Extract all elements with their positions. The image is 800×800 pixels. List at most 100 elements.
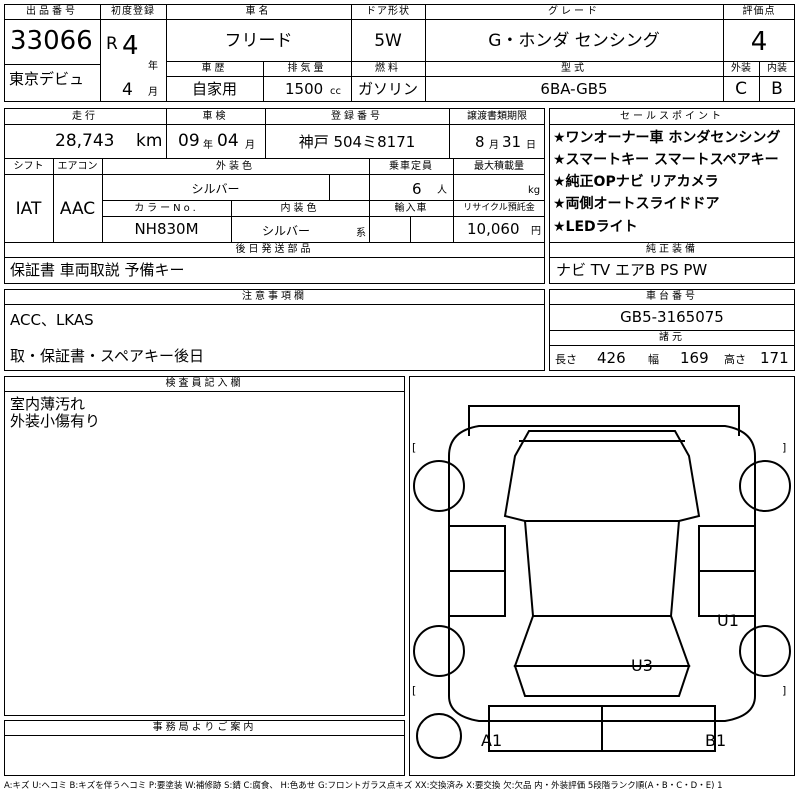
inspector-line: 室内薄汚れ xyxy=(10,395,86,413)
inspector-line: 外装小傷有り xyxy=(10,412,101,430)
mileage-unit: km xyxy=(136,131,163,151)
plate-number: 神戸 504ミ8171 xyxy=(298,133,416,151)
sales-point: ★両側オートスライドドア xyxy=(553,196,720,212)
lot-number-header: 出品番号 xyxy=(26,6,78,17)
shift-header: シフト xyxy=(13,161,44,172)
model-code: 6BA-GB5 xyxy=(540,80,608,98)
width-label: 幅 xyxy=(648,353,659,366)
load-header: 最大積載量 xyxy=(474,161,524,172)
damage-mark-U1: U1 xyxy=(717,611,739,630)
registration-year: 4 xyxy=(122,31,139,61)
interior-color-suffix: 系 xyxy=(356,228,366,239)
color-no: NH830M xyxy=(134,220,199,238)
displacement-unit: cc xyxy=(330,86,341,97)
equipment-header: 純正装備 xyxy=(646,244,698,255)
import-header: 輸入車 xyxy=(394,203,428,214)
length-label: 長さ xyxy=(555,353,577,366)
length-value: 426 xyxy=(597,349,626,367)
chassis-number: GB5-3165075 xyxy=(620,308,724,326)
car-diagram: [] [] U1 U3 A1 B1 xyxy=(412,405,791,759)
sales-point: ★LEDライト xyxy=(553,219,638,235)
later-parts: 保証書 車両取説 予備キー xyxy=(10,261,185,279)
height-label: 高さ xyxy=(724,353,746,366)
fuel: ガソリン xyxy=(357,80,418,98)
transfer-header: 譲渡書類期限 xyxy=(467,111,527,122)
grade-header: グレード xyxy=(548,6,600,17)
lot-number: 33066 xyxy=(10,26,93,56)
fuel-header: 燃料 xyxy=(375,63,401,74)
svg-text:[: [ xyxy=(412,441,416,454)
score-header: 評価点 xyxy=(742,6,776,17)
first-registration-header: 初度登録 xyxy=(111,6,155,17)
inspection-year: 09 xyxy=(178,131,200,151)
displacement-header: 排気量 xyxy=(287,63,327,74)
notes-line: 取・保証書・スペアキー後日 xyxy=(10,347,204,365)
interior-grade: B xyxy=(771,79,783,99)
inspection-month-unit: 月 xyxy=(245,140,255,151)
equipment: ナビ TV エアB PS PW xyxy=(556,261,708,279)
door-type: 5W xyxy=(374,31,402,51)
chassis-header: 車台番号 xyxy=(646,291,698,302)
svg-text:]: ] xyxy=(782,441,786,454)
sales-point: ★純正OPナビ リアカメラ xyxy=(553,174,719,190)
model-header: 型式 xyxy=(561,63,587,74)
recycle-unit: 円 xyxy=(531,226,541,237)
grade: G・ホンダ センシング xyxy=(488,31,660,51)
color: シルバー xyxy=(191,182,240,196)
car-name: フリード xyxy=(224,31,293,51)
year-unit: 年 xyxy=(148,61,158,72)
mileage: 28,743 xyxy=(55,131,115,151)
mileage-header: 走行 xyxy=(72,111,98,122)
exterior-grade: C xyxy=(735,79,747,99)
interior-color: シルバー xyxy=(262,224,311,238)
ac: AAC xyxy=(59,199,96,219)
footer-legend: A:キズ U:ヘコミ B:キズを伴うヘコミ P:要塗装 W:補修跡 S:錆 C:… xyxy=(4,781,723,791)
notes-line: ACC、LKAS xyxy=(10,311,94,329)
notes-header: 注意事項欄 xyxy=(242,291,307,302)
car-name-header: 車名 xyxy=(245,6,272,17)
sales-point: ★スマートキー スマートスペアキー xyxy=(553,152,779,168)
office-header: 事務局よりご案内 xyxy=(152,722,257,733)
inspector-header: 検査員記入欄 xyxy=(165,378,244,389)
history-header: 車歴 xyxy=(201,63,228,74)
capacity-header: 乗車定員 xyxy=(389,161,433,172)
transfer-month-unit: 月 xyxy=(489,140,499,151)
svg-text:[: [ xyxy=(412,684,416,697)
color-header: 外装色 xyxy=(216,161,255,172)
debut-label: 東京デビュ xyxy=(9,70,85,88)
capacity: 6 xyxy=(412,180,422,198)
shift: IAT xyxy=(15,199,42,219)
sales-points-header: セールスポイント xyxy=(620,111,724,122)
exterior-header: 外装 xyxy=(731,63,751,74)
recycle-header: リサイクル預託金 xyxy=(463,203,535,213)
transfer-day: 31 xyxy=(502,133,522,151)
month-unit: 月 xyxy=(148,87,158,98)
history: 自家用 xyxy=(191,80,237,98)
damage-mark-B1: B1 xyxy=(705,731,726,750)
damage-mark-A1: A1 xyxy=(481,731,502,750)
sales-point: ★ワンオーナー車 ホンダセンシング xyxy=(553,130,781,146)
svg-text:]: ] xyxy=(782,684,786,697)
inspection-year-unit: 年 xyxy=(203,140,213,151)
interior-color-header: 内装色 xyxy=(280,203,320,214)
transfer-day-unit: 日 xyxy=(526,140,536,151)
color-no-header: カラーNo. xyxy=(134,203,199,214)
displacement: 1500 xyxy=(285,80,324,98)
inspection-header: 車検 xyxy=(202,111,229,122)
height-value: 171 xyxy=(760,349,789,367)
later-parts-header: 後日発送部品 xyxy=(235,244,314,255)
transfer-month: 8 xyxy=(475,133,485,151)
dimensions-header: 諸元 xyxy=(659,332,685,343)
score: 4 xyxy=(750,27,768,57)
door-header: ドア形状 xyxy=(366,6,410,17)
damage-mark-U3: U3 xyxy=(631,656,653,675)
registration-month: 4 xyxy=(122,80,133,100)
recycle-fee: 10,060 xyxy=(467,220,520,238)
ac-header: エアコン xyxy=(57,161,98,172)
plate-header: 登録番号 xyxy=(331,111,383,122)
width-value: 169 xyxy=(680,349,709,367)
interior-header: 内装 xyxy=(767,63,787,74)
capacity-unit: 人 xyxy=(437,185,447,196)
load-unit: kg xyxy=(528,185,541,196)
era-label: R xyxy=(106,34,118,54)
